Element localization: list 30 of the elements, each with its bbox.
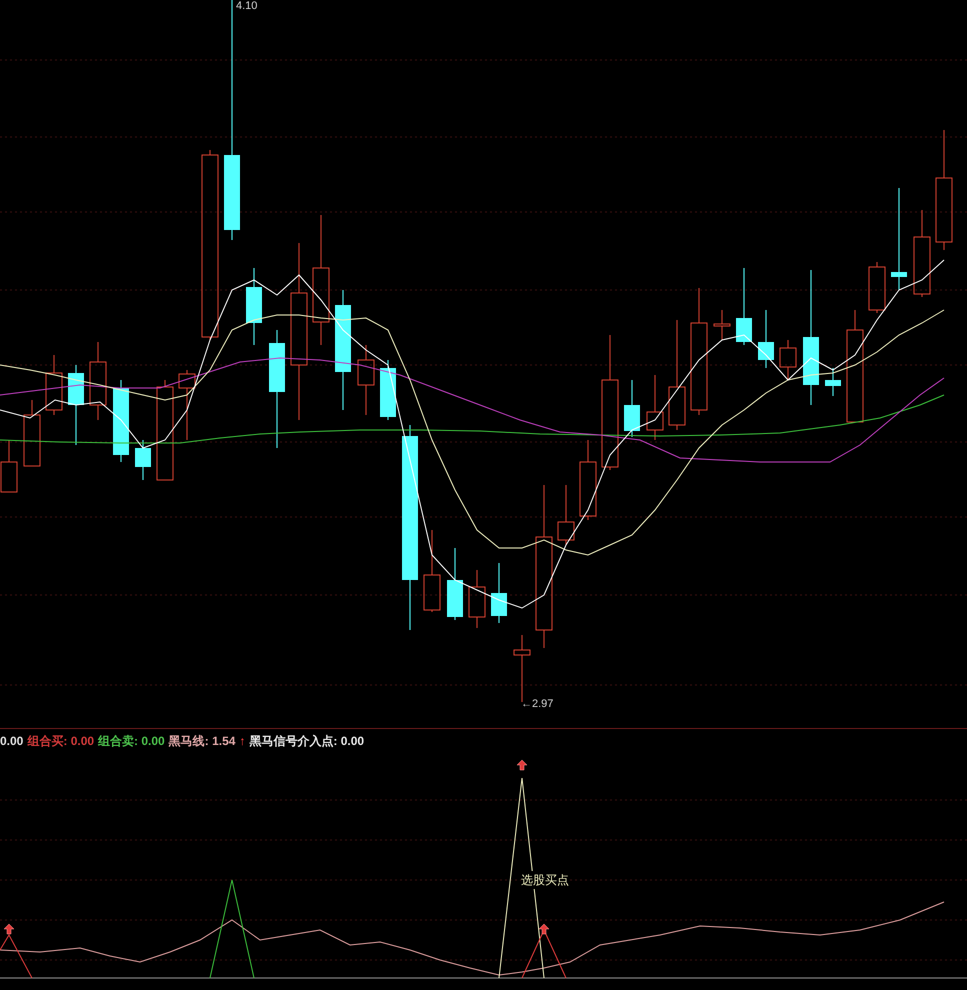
- legend-item: 组合卖: 0.00: [98, 732, 165, 750]
- falling-candlestick: [380, 360, 396, 420]
- falling-candlestick: [135, 440, 151, 480]
- legend-item: 黑马信号介入点: 0.00: [249, 732, 364, 750]
- low-price-label: ←2.97: [521, 697, 554, 712]
- rising-candlestick: [558, 484, 574, 546]
- legend-item: 0.00: [0, 732, 24, 750]
- rising-candlestick: [868, 262, 886, 314]
- falling-candlestick: [491, 562, 507, 624]
- rising-candlestick: [714, 310, 730, 340]
- legend-item: 黑马线: 1.54: [168, 732, 236, 750]
- rising-candlestick: [780, 340, 796, 380]
- falling-candlestick: [758, 310, 774, 368]
- signal-label: 选股买点: [521, 871, 569, 889]
- rising-candlestick: [468, 570, 486, 628]
- rising-candlestick: [24, 400, 40, 466]
- rising-candlestick: [178, 370, 196, 440]
- high-price-label: 4.10: [236, 0, 258, 14]
- falling-candlestick: [825, 368, 841, 396]
- rising-candlestick: [46, 354, 62, 416]
- up-arrow-icon: [4, 924, 14, 934]
- falling-candlestick: [624, 380, 640, 438]
- rising-candlestick: [646, 374, 664, 440]
- rising-candlestick: [0, 440, 18, 492]
- legend-item: ↑: [239, 732, 246, 750]
- up-arrow-icon: [538, 924, 550, 934]
- legend-item: 组合买: 0.00: [27, 732, 94, 750]
- rising-candlestick: [358, 344, 374, 416]
- up-arrow-icon: [516, 760, 528, 770]
- buy-signal-spike: [0, 934, 32, 978]
